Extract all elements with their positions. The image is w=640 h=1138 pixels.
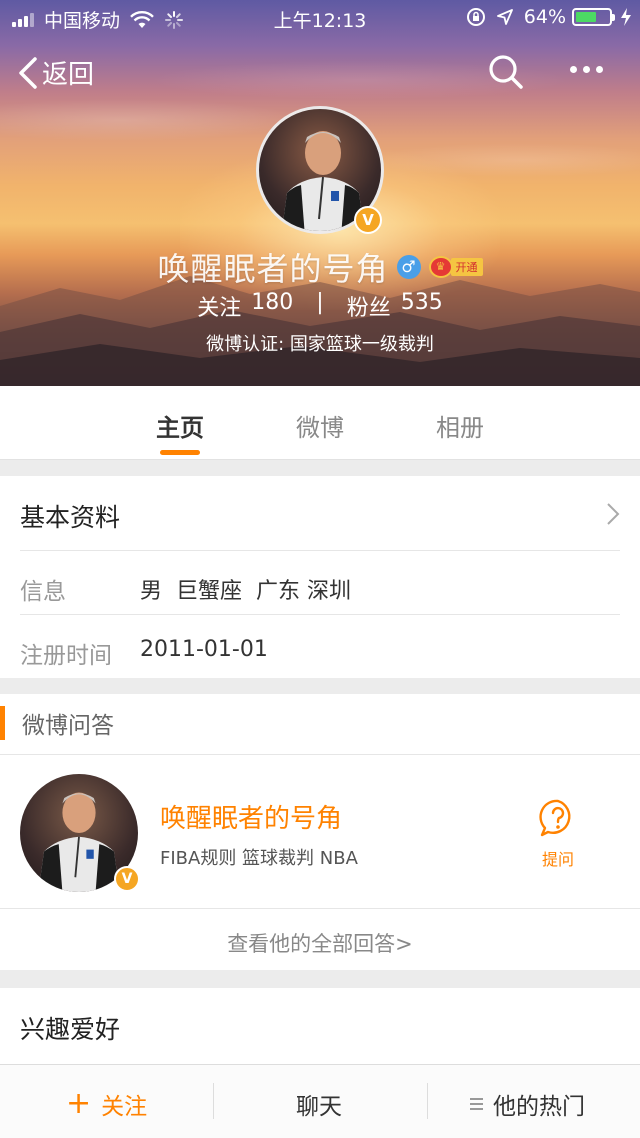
male-gender-icon: ♂ xyxy=(396,255,421,279)
rotation-lock-icon xyxy=(466,8,485,26)
hobbies-card: 兴趣爱好 xyxy=(0,988,640,1064)
vip-open-badge[interactable]: ♛ 开通 xyxy=(428,256,483,278)
battery-level-fill xyxy=(576,12,596,22)
bottom-action-bar: + 关注 聊天 他的热门 xyxy=(0,1064,640,1138)
view-all-answers-link[interactable]: 查看他的全部回答> xyxy=(0,928,640,958)
battery-percent: 64% xyxy=(523,6,566,28)
divider xyxy=(0,754,640,755)
username-row: 唤醒眠者的号角 ♂ ♛ 开通 xyxy=(0,244,640,290)
chat-label: 聊天 xyxy=(296,1094,342,1120)
info-label: 信息 xyxy=(20,579,66,605)
profile-username: 唤醒眠者的号角 xyxy=(157,250,389,288)
tab-home[interactable]: 主页 xyxy=(140,408,220,443)
hot-posts-button[interactable]: 他的热门 xyxy=(470,1087,585,1121)
follow-button[interactable]: + 关注 xyxy=(66,1087,147,1121)
profile-header: 中国移动 上午12:13 64% 返回 V 唤醒眠者的号角 ♂ ♛ 开通 关注 … xyxy=(0,0,640,386)
basic-info-card: 基本资料 信息 男 巨蟹座 广东 深圳 注册时间 2011-01-01 xyxy=(0,476,640,678)
divider xyxy=(427,1083,428,1119)
back-button[interactable]: 返回 xyxy=(18,54,94,91)
tab-album[interactable]: 相册 xyxy=(420,408,500,443)
question-bubble-icon xyxy=(539,799,571,837)
follow-label: 关注 xyxy=(101,1094,148,1120)
stats-separator: | xyxy=(316,290,324,315)
chevron-left-icon xyxy=(19,56,37,89)
location-arrow-icon xyxy=(496,9,513,25)
followers-count[interactable]: 535 xyxy=(401,290,443,322)
qa-tags: FIBA规则 篮球裁判 NBA xyxy=(160,848,358,869)
charging-bolt-icon xyxy=(621,8,631,26)
hot-posts-label: 他的热门 xyxy=(493,1094,585,1120)
followers-label[interactable]: 粉丝 xyxy=(347,290,391,322)
following-count[interactable]: 180 xyxy=(251,290,293,322)
ask-label: 提问 xyxy=(541,850,574,869)
active-tab-indicator xyxy=(160,450,200,455)
list-menu-icon xyxy=(470,1095,483,1113)
weibo-qa-title: 微博问答 xyxy=(22,713,114,739)
ask-question-button[interactable]: 提问 xyxy=(538,798,578,870)
section-accent-bar xyxy=(0,706,5,740)
vip-open-label: 开通 xyxy=(450,258,483,276)
profile-stats: 关注 180 | 粉丝 535 xyxy=(0,290,640,322)
status-bar: 中国移动 上午12:13 64% xyxy=(0,0,640,36)
more-options-icon[interactable] xyxy=(570,66,609,73)
verification-text: 微博认证: 国家篮球一级裁判 xyxy=(206,334,434,355)
crown-icon: ♛ xyxy=(428,256,453,278)
info-value: 男 巨蟹座 广东 深圳 xyxy=(140,579,351,604)
divider xyxy=(213,1083,214,1119)
back-label: 返回 xyxy=(42,60,95,90)
chat-button[interactable]: 聊天 xyxy=(296,1087,342,1121)
following-label[interactable]: 关注 xyxy=(197,290,241,322)
verified-badge-icon: V xyxy=(354,206,382,234)
battery-icon xyxy=(572,8,615,26)
chevron-right-icon[interactable] xyxy=(606,502,620,526)
search-icon[interactable] xyxy=(488,54,524,90)
tab-weibo[interactable]: 微博 xyxy=(280,408,360,443)
verified-badge-icon: V xyxy=(114,866,140,892)
qa-username[interactable]: 唤醒眠者的号角 xyxy=(160,798,342,835)
hobbies-title[interactable]: 兴趣爱好 xyxy=(20,1010,120,1046)
divider xyxy=(20,614,620,615)
register-time-label: 注册时间 xyxy=(20,643,112,669)
divider xyxy=(0,908,640,909)
divider xyxy=(20,550,620,551)
plus-icon: + xyxy=(66,1086,92,1121)
weibo-qa-card: 微博问答 V 唤醒眠者的号角 FIBA规则 篮球裁判 NBA 提问 查看他的全部… xyxy=(0,694,640,970)
profile-tabs: 主页 微博 相册 xyxy=(0,386,640,460)
basic-info-title[interactable]: 基本资料 xyxy=(20,498,120,534)
register-time-value: 2011-01-01 xyxy=(140,637,268,662)
